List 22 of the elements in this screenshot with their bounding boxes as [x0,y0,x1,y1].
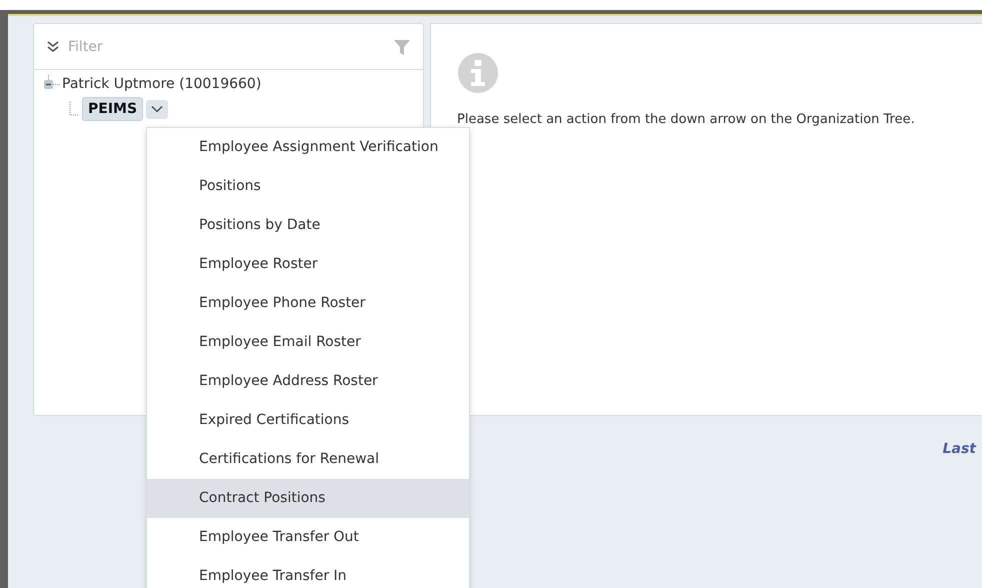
dropdown-button[interactable] [146,100,168,118]
menu-item[interactable]: Expired Certifications [147,401,469,440]
menu-item[interactable]: Employee Roster [147,245,469,284]
menu-item[interactable]: Employee Assignment Verification [147,128,469,167]
menu-item[interactable]: Employee Transfer Out [147,518,469,557]
chevron-down-icon [151,105,164,113]
collapse-icon[interactable] [46,40,60,54]
tree-line-icon [69,102,79,116]
menu-item[interactable]: Employee Address Roster [147,362,469,401]
menu-item[interactable]: Contract Positions [147,479,469,518]
info-message: Please select an action from the down arrow on the Organization Tree. [457,112,916,128]
menu-item[interactable]: Certifications for Renewal [147,440,469,479]
footer-link[interactable]: Last [942,441,976,457]
filter-field[interactable]: Filter [68,38,385,54]
menu-item[interactable]: Employee Transfer In [147,557,469,588]
menu-item[interactable]: Employee Phone Roster [147,284,469,323]
tree-node[interactable]: Patrick Uptmore (10019660) [62,76,262,92]
menu-item[interactable]: Employee Email Roster [147,323,469,362]
info-icon [457,52,499,94]
menu-item[interactable]: Positions by Date [147,206,469,245]
menu-item[interactable]: Positions [147,167,469,206]
tree-node[interactable]: PEIMS [82,97,144,121]
